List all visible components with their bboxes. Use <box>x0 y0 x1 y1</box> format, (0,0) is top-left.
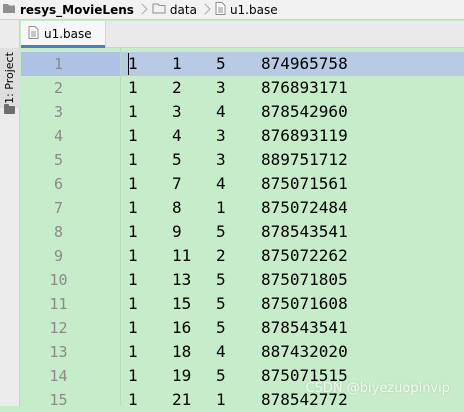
tab-u1-base[interactable]: u1.base <box>21 21 106 48</box>
rating-cell: 5 <box>216 270 226 289</box>
timestamp-cell: 875072262 <box>261 246 348 265</box>
rating-cell: 5 <box>216 318 226 337</box>
line-number: 6 <box>53 175 64 193</box>
rating-cell: 3 <box>216 126 226 145</box>
timestamp-cell: 878542960 <box>261 102 348 121</box>
rating-cell: 3 <box>216 78 226 97</box>
text-caret <box>128 53 129 75</box>
timestamp-cell: 876893119 <box>261 126 348 145</box>
item-id-cell: 5 <box>172 150 182 169</box>
line-number: 2 <box>53 79 64 97</box>
tab-label: u1.base <box>44 27 92 41</box>
item-id-cell: 1 <box>172 54 182 73</box>
line-number: 8 <box>53 223 64 241</box>
item-id-cell: 7 <box>172 174 182 193</box>
user-id-cell: 1 <box>128 342 138 361</box>
project-tool-window-button[interactable]: 1: Project <box>0 48 20 108</box>
timestamp-cell: 875071805 <box>261 270 348 289</box>
rating-cell: 3 <box>216 150 226 169</box>
user-id-cell: 1 <box>128 366 138 385</box>
line-number: 15 <box>49 391 68 409</box>
line-number: 5 <box>53 151 64 169</box>
item-id-cell: 15 <box>172 294 192 313</box>
rating-cell: 5 <box>216 366 226 385</box>
item-id-cell: 3 <box>172 102 182 121</box>
rating-cell: 1 <box>216 390 226 409</box>
item-id-cell: 19 <box>172 366 192 385</box>
timestamp-cell: 878543541 <box>261 222 348 241</box>
item-id-cell: 21 <box>172 390 192 409</box>
user-id-cell: 1 <box>128 294 138 313</box>
item-id-cell: 18 <box>172 342 192 361</box>
rating-cell: 4 <box>216 174 226 193</box>
line-number: 10 <box>49 271 68 289</box>
user-id-cell: 1 <box>128 102 138 121</box>
timestamp-cell: 889751712 <box>261 150 348 169</box>
text-file-icon <box>28 26 39 42</box>
line-number: 1 <box>53 55 64 73</box>
item-id-cell: 9 <box>172 222 182 241</box>
gutter-divider <box>120 48 121 406</box>
item-id-cell: 13 <box>172 270 192 289</box>
line-number: 12 <box>49 319 68 337</box>
timestamp-cell: 876893171 <box>261 78 348 97</box>
line-number: 14 <box>49 367 68 385</box>
user-id-cell: 1 <box>128 318 138 337</box>
breadcrumb: resys_MovieLens data u1.base <box>0 0 464 20</box>
text-file-icon <box>215 1 226 18</box>
breadcrumb-item-data[interactable]: data <box>150 0 199 20</box>
user-id-cell: 1 <box>128 246 138 265</box>
user-id-cell: 1 <box>128 390 138 409</box>
rating-cell: 2 <box>216 246 226 265</box>
line-number: 7 <box>53 199 64 217</box>
line-number: 3 <box>53 103 64 121</box>
tool-window-strip: 1: Project <box>0 20 20 406</box>
user-id-cell: 1 <box>128 174 138 193</box>
user-id-cell: 1 <box>128 222 138 241</box>
user-id-cell: 1 <box>128 270 138 289</box>
breadcrumb-item-file[interactable]: u1.base <box>213 0 280 20</box>
folder-icon <box>152 2 166 17</box>
line-number: 11 <box>49 295 68 313</box>
timestamp-cell: 875072484 <box>261 198 348 217</box>
editor-tab-bar: u1.base <box>21 21 464 48</box>
user-id-cell: 1 <box>128 54 138 73</box>
rating-cell: 5 <box>216 54 226 73</box>
rating-cell: 4 <box>216 342 226 361</box>
timestamp-cell: 875071608 <box>261 294 348 313</box>
line-number: 4 <box>53 127 64 145</box>
rating-cell: 5 <box>216 294 226 313</box>
breadcrumb-item-project[interactable]: resys_MovieLens <box>0 0 136 20</box>
timestamp-cell: 875071561 <box>261 174 348 193</box>
timestamp-cell: 874965758 <box>261 54 348 73</box>
user-id-cell: 1 <box>128 78 138 97</box>
breadcrumb-label: resys_MovieLens <box>20 2 134 17</box>
timestamp-cell: 887432020 <box>261 342 348 361</box>
breadcrumb-separator <box>201 0 209 20</box>
rating-cell: 5 <box>216 222 226 241</box>
timestamp-cell: 878543541 <box>261 318 348 337</box>
item-id-cell: 8 <box>172 198 182 217</box>
user-id-cell: 1 <box>128 126 138 145</box>
line-number: 13 <box>49 343 68 361</box>
line-number: 9 <box>53 247 64 265</box>
watermark: CSDN @biyezuopinvip <box>305 381 450 396</box>
user-id-cell: 1 <box>128 150 138 169</box>
item-id-cell: 2 <box>172 78 182 97</box>
breadcrumb-label: u1.base <box>229 2 278 17</box>
folder-icon <box>4 104 15 114</box>
item-id-cell: 16 <box>172 318 192 337</box>
item-id-cell: 11 <box>172 246 192 265</box>
breadcrumb-separator <box>138 0 146 20</box>
rating-cell: 1 <box>216 198 226 217</box>
item-id-cell: 4 <box>172 126 182 145</box>
folder-icon <box>2 2 16 17</box>
breadcrumb-label: data <box>169 2 197 17</box>
user-id-cell: 1 <box>128 198 138 217</box>
project-tab-label: 1: Project <box>3 52 16 104</box>
rating-cell: 4 <box>216 102 226 121</box>
